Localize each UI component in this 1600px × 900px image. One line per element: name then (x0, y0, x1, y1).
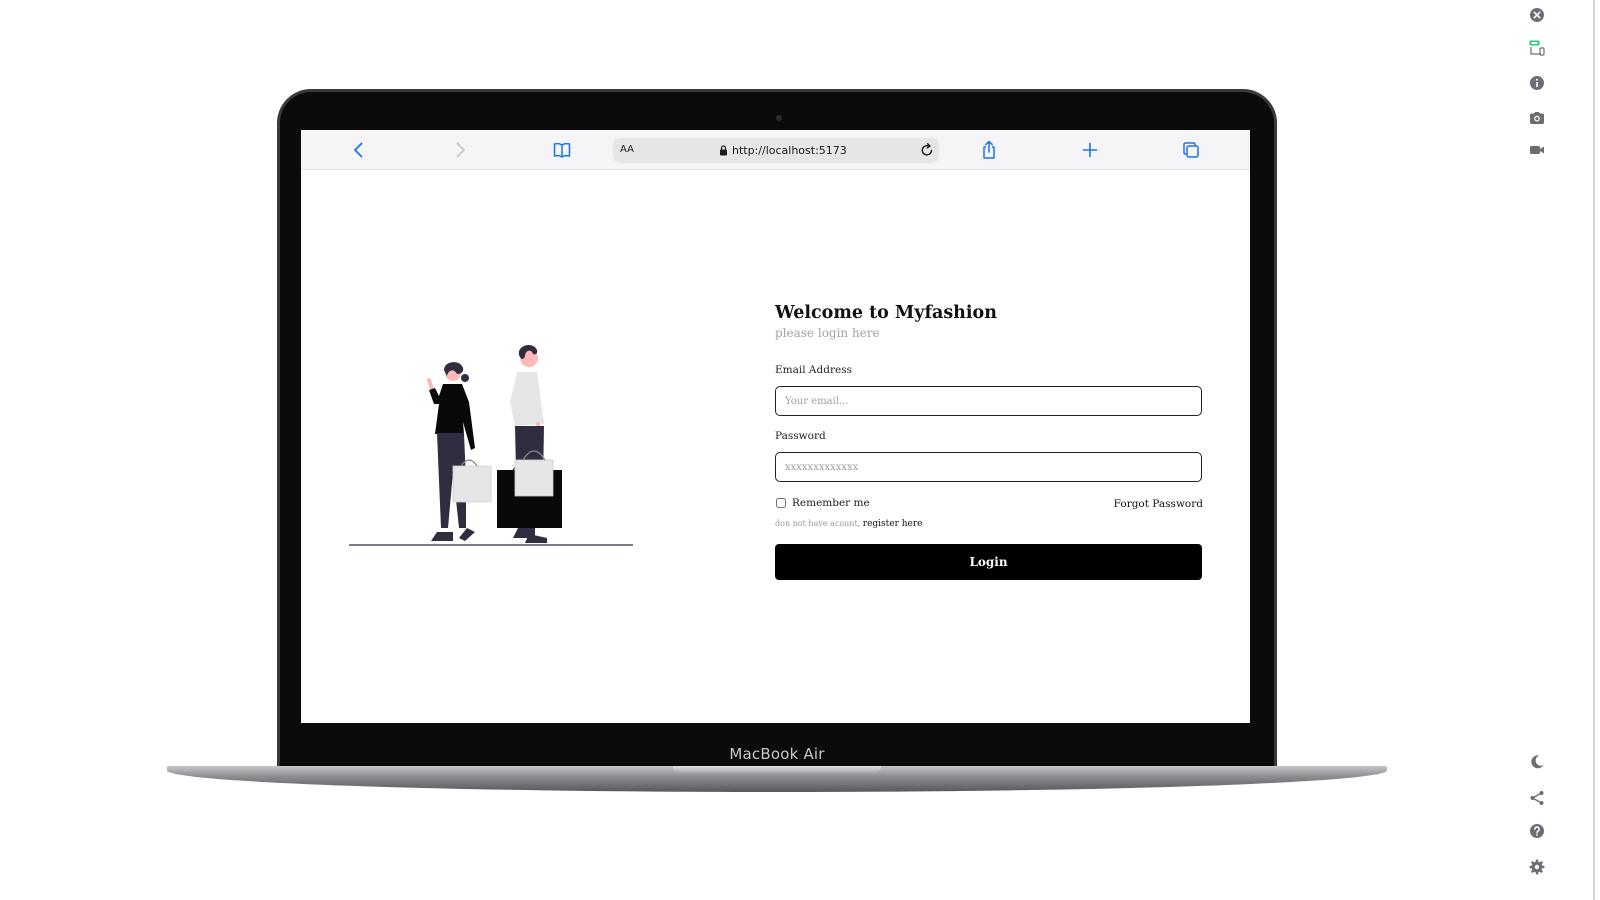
browser-toolbar: AA http://localhost:5173 (301, 130, 1250, 170)
email-label: Email Address (775, 364, 852, 376)
url-text: http://localhost:5173 (732, 144, 847, 157)
device-toggle-icon[interactable] (1528, 39, 1546, 57)
share-icon[interactable] (1528, 789, 1546, 807)
record-video-icon[interactable] (1528, 141, 1546, 159)
info-icon[interactable] (1528, 74, 1546, 92)
password-label: Password (775, 430, 826, 442)
laptop-base (167, 766, 1387, 792)
help-icon[interactable] (1528, 822, 1546, 840)
form-title: Welcome to Myfashion (775, 303, 997, 323)
remember-label: Remember me (792, 497, 870, 509)
register-prompt: don not have acount, register here (775, 518, 1203, 530)
back-icon[interactable] (349, 140, 369, 160)
reload-icon[interactable] (919, 142, 935, 158)
screenshot-icon[interactable] (1528, 109, 1546, 127)
login-form: Welcome to Myfashion please login here E… (775, 301, 1203, 580)
device-model-label: MacBook Air (729, 745, 825, 763)
lock-icon (719, 145, 728, 156)
camera-dot (776, 115, 782, 121)
email-field[interactable] (775, 386, 1202, 416)
share-icon[interactable] (979, 140, 999, 160)
tabs-icon[interactable] (1181, 140, 1201, 160)
forward-icon[interactable] (450, 140, 470, 160)
remember-checkbox[interactable] (776, 498, 786, 508)
page-scrollbar[interactable] (1593, 0, 1595, 900)
remember-me[interactable]: Remember me (775, 497, 870, 509)
close-icon[interactable] (1528, 6, 1546, 24)
simulator-toolbar (1516, 0, 1556, 900)
text-size-button[interactable]: AA (620, 144, 634, 155)
shopping-people-illustration (349, 344, 633, 546)
bookmarks-icon[interactable] (552, 140, 572, 160)
address-bar[interactable]: AA http://localhost:5173 (613, 138, 939, 163)
device-screen: AA http://localhost:5173 Welcome to Myfa… (301, 130, 1250, 723)
form-subtitle: please login here (775, 326, 880, 340)
new-tab-icon[interactable] (1080, 140, 1100, 160)
register-link[interactable]: register here (863, 519, 923, 529)
settings-icon[interactable] (1528, 858, 1546, 876)
no-account-text: don not have acount, (775, 519, 861, 528)
url-display: http://localhost:5173 (719, 143, 847, 158)
form-options-row: Remember me Forgot Password (775, 496, 1203, 514)
base-notch (673, 766, 881, 774)
forgot-password-link[interactable]: Forgot Password (1114, 498, 1203, 510)
dark-mode-icon[interactable] (1528, 753, 1546, 771)
login-button[interactable]: Login (775, 544, 1202, 580)
password-field[interactable] (775, 452, 1202, 482)
